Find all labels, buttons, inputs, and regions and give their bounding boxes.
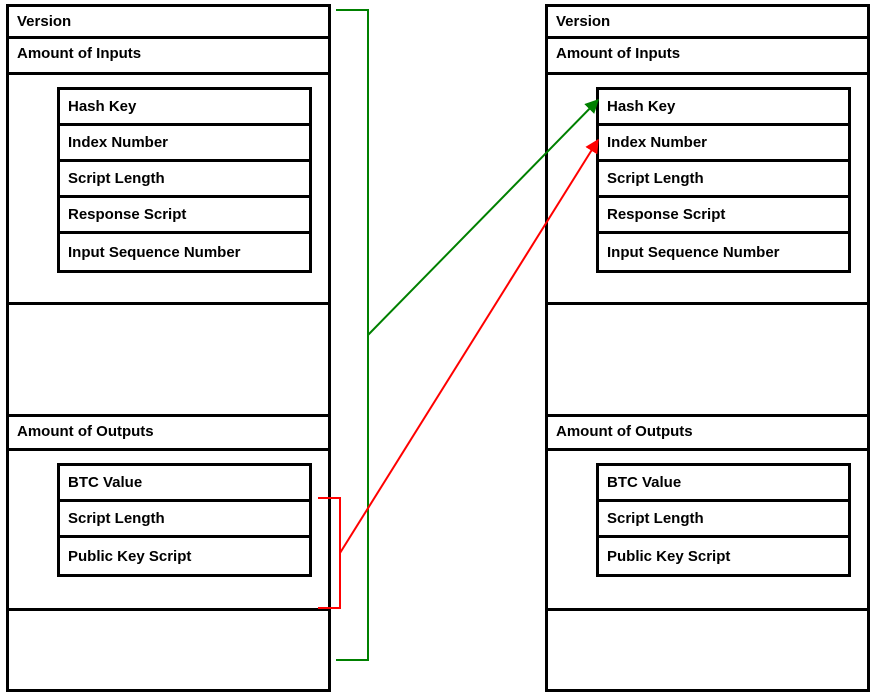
left-input-index-number: Index Number (60, 126, 309, 162)
right-output-box: BTC Value Script Length Public Key Scrip… (596, 463, 851, 577)
right-version-row: Version (548, 7, 867, 39)
field-label: Index Number (68, 134, 168, 151)
right-input-script-length: Script Length (599, 162, 848, 198)
left-input-container: Hash Key Index Number Script Length Resp… (9, 75, 328, 305)
field-label: Hash Key (68, 98, 136, 115)
right-amount-outputs-row: Amount of Outputs (548, 417, 867, 451)
left-version-label: Version (17, 13, 71, 30)
right-input-response-script: Response Script (599, 198, 848, 234)
left-output-btc-value: BTC Value (60, 466, 309, 502)
right-output-container: BTC Value Script Length Public Key Scrip… (548, 451, 867, 611)
right-spacer-2 (548, 611, 867, 655)
right-output-script-length: Script Length (599, 502, 848, 538)
left-spacer-1 (9, 305, 328, 417)
right-output-public-key-script: Public Key Script (599, 538, 848, 574)
left-version-row: Version (9, 7, 328, 39)
field-label: Script Length (607, 170, 704, 187)
transaction-diagram: Version Amount of Inputs Hash Key Index … (0, 0, 877, 696)
right-input-box: Hash Key Index Number Script Length Resp… (596, 87, 851, 273)
field-label: Response Script (607, 206, 725, 223)
right-input-hash-key: Hash Key (599, 90, 848, 126)
left-input-box: Hash Key Index Number Script Length Resp… (57, 87, 312, 273)
right-output-btc-value: BTC Value (599, 466, 848, 502)
left-amount-outputs-row: Amount of Outputs (9, 417, 328, 451)
field-label: Index Number (607, 134, 707, 151)
field-label: BTC Value (607, 474, 681, 491)
left-input-hash-key: Hash Key (60, 90, 309, 126)
left-amount-inputs-label: Amount of Inputs (17, 45, 141, 62)
field-label: Public Key Script (68, 548, 191, 565)
transaction-right: Version Amount of Inputs Hash Key Index … (545, 4, 870, 692)
field-label: Input Sequence Number (68, 244, 241, 261)
left-amount-inputs-row: Amount of Inputs (9, 39, 328, 75)
field-label: BTC Value (68, 474, 142, 491)
right-input-index-number: Index Number (599, 126, 848, 162)
right-amount-inputs-label: Amount of Inputs (556, 45, 680, 62)
right-version-label: Version (556, 13, 610, 30)
left-output-container: BTC Value Script Length Public Key Scrip… (9, 451, 328, 611)
right-amount-inputs-row: Amount of Inputs (548, 39, 867, 75)
left-input-sequence-number: Input Sequence Number (60, 234, 309, 270)
right-input-container: Hash Key Index Number Script Length Resp… (548, 75, 867, 305)
field-label: Public Key Script (607, 548, 730, 565)
right-spacer-1 (548, 305, 867, 417)
left-input-script-length: Script Length (60, 162, 309, 198)
field-label: Response Script (68, 206, 186, 223)
field-label: Script Length (68, 170, 165, 187)
left-output-box: BTC Value Script Length Public Key Scrip… (57, 463, 312, 577)
right-input-sequence-number: Input Sequence Number (599, 234, 848, 270)
green-bracket (336, 10, 368, 660)
field-label: Hash Key (607, 98, 675, 115)
left-spacer-2 (9, 611, 328, 655)
left-output-public-key-script: Public Key Script (60, 538, 309, 574)
field-label: Script Length (68, 510, 165, 527)
field-label: Input Sequence Number (607, 244, 780, 261)
left-amount-outputs-label: Amount of Outputs (17, 423, 154, 440)
left-input-response-script: Response Script (60, 198, 309, 234)
left-output-script-length: Script Length (60, 502, 309, 538)
right-amount-outputs-label: Amount of Outputs (556, 423, 693, 440)
field-label: Script Length (607, 510, 704, 527)
transaction-left: Version Amount of Inputs Hash Key Index … (6, 4, 331, 692)
